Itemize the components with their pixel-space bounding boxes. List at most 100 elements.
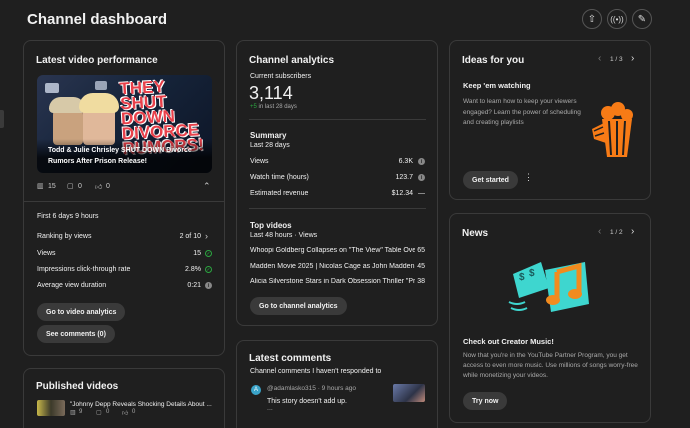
channel-analytics-card: Channel analytics Current subscribers 3,… (236, 40, 438, 326)
comments-icon: ▢ (67, 183, 74, 190)
card-title: Published videos (36, 381, 119, 392)
upload-button[interactable]: ⇧ (582, 9, 602, 29)
divider (249, 119, 426, 120)
popcorn-icon (592, 102, 633, 157)
comment-time: 9 hours ago (321, 385, 357, 392)
stage-light (45, 83, 59, 93)
avd-value: 0:21 (187, 282, 201, 289)
top-video-title[interactable]: Whoopi Goldberg Collapses on "The View" … (250, 247, 415, 254)
ideas-pager: 1 / 3 (610, 56, 623, 63)
collapse-chevron-icon[interactable]: ⌃ (203, 181, 211, 192)
latest-video-performance-card: Latest video performance THEY SHUT DOWN … (23, 40, 225, 356)
card-title: Latest video performance (36, 55, 158, 66)
ctr-label: Impressions click-through rate (37, 266, 131, 273)
chevron-left-icon[interactable]: ‹ (598, 226, 601, 237)
go-to-channel-analytics-button[interactable]: Go to channel analytics (250, 297, 347, 315)
stage-light (95, 81, 107, 90)
subscribers-delta-period: in last 28 days (258, 104, 297, 110)
page-title: Channel dashboard (27, 11, 168, 28)
chevron-left-icon[interactable]: ‹ (598, 53, 601, 64)
divider (24, 201, 224, 202)
chevron-right-icon[interactable]: › (631, 226, 634, 237)
news-title: Check out Creator Music! (463, 337, 554, 346)
card-title: Ideas for you (462, 55, 525, 66)
comment-meta: @adamlasko315 · 9 hours ago (267, 385, 357, 392)
live-icon: ((•)) (610, 14, 624, 24)
revenue-value: $12.34 (391, 190, 413, 197)
check-icon: ✓ (205, 266, 212, 273)
published-video-title[interactable]: "Johnny Depp Reveals Shocking Details Ab… (70, 401, 220, 408)
comments-subtitle: Channel comments I haven't responded to (250, 368, 382, 375)
more-options-icon[interactable]: ⋮ (524, 172, 533, 183)
revenue-label: Estimated revenue (250, 190, 309, 197)
svg-text:$: $ (519, 272, 525, 283)
info-icon[interactable]: i (418, 174, 425, 181)
news-card: News ‹ 1 / 2 › $ $ Check out Creator Mus… (449, 213, 651, 423)
top-video-views: 45 (417, 263, 425, 270)
go-to-video-analytics-button[interactable]: Go to video analytics (37, 303, 126, 321)
idea-title: Keep 'em watching (463, 81, 531, 90)
views-count: 9 (79, 409, 83, 415)
likes-icon: 👍︎ (122, 411, 129, 417)
comment-more[interactable]: ... (267, 405, 273, 412)
subscribers-delta: +5 (250, 104, 257, 110)
ideas-card: Ideas for you ‹ 1 / 3 › Keep 'em watchin… (449, 40, 651, 200)
creator-music-illustration: $ $ (508, 262, 589, 312)
top-video-views: 65 (417, 247, 425, 254)
video-title[interactable]: Todd & Julie Chrisley SHUT DOWN Divorce … (48, 145, 198, 167)
likes-count: 0 (132, 409, 136, 415)
top-video-views: 38 (417, 278, 425, 285)
idea-text: Want to learn how to keep your viewers e… (463, 98, 581, 126)
sidebar-handle[interactable] (0, 110, 4, 128)
summary-period: Last 28 days (250, 142, 290, 149)
views-value: 15 (193, 250, 201, 257)
chevron-right-icon[interactable]: › (205, 231, 208, 241)
ranking-label: Ranking by views (37, 233, 92, 240)
comments-count: 0 (78, 183, 82, 190)
likes-count: 0 (106, 183, 110, 190)
watch-time-label: Watch time (hours) (250, 174, 309, 181)
avd-label: Average view duration (37, 282, 107, 289)
news-text: Now that you're in the YouTube Partner P… (463, 352, 638, 379)
see-comments-button[interactable]: See comments (0) (37, 325, 115, 343)
info-icon[interactable]: i (205, 282, 212, 289)
top-videos-period: Last 48 hours · Views (250, 232, 318, 239)
ctr-value: 2.8% (185, 266, 201, 273)
edit-icon: ✎ (637, 13, 647, 25)
latest-comments-card: Latest comments Channel comments I haven… (236, 340, 438, 428)
comment-author[interactable]: @adamlasko315 (267, 385, 316, 392)
published-thumbnail[interactable] (37, 400, 65, 416)
video-thumbnail[interactable]: THEY SHUT DOWN DIVORCE RUMORS! Todd & Ju… (37, 75, 212, 173)
svg-text:$: $ (529, 268, 535, 279)
info-icon[interactable]: i (418, 158, 425, 165)
create-post-button[interactable]: ✎ (632, 9, 652, 29)
subscribers-delta-row: +5 in last 28 days (250, 104, 297, 110)
views-value: 6.3K (398, 158, 413, 165)
comment-video-thumbnail[interactable] (393, 384, 425, 402)
card-title: Latest comments (249, 353, 332, 364)
try-now-button[interactable]: Try now (463, 392, 508, 410)
chevron-right-icon[interactable]: › (631, 53, 634, 64)
views-count: 15 (48, 183, 56, 190)
ranking-value: 2 of 10 (179, 233, 201, 240)
comments-icon: ▢ (96, 410, 102, 416)
likes-icon: 👍︎ (95, 184, 103, 191)
avatar[interactable]: A (251, 385, 261, 395)
watch-time-value: 123.7 (395, 174, 413, 181)
top-video-title[interactable]: Madden Movie 2025 | Nicolas Cage as John… (250, 263, 415, 270)
top-video-title[interactable]: Alicia Silverstone Stars in Dark Obsessi… (250, 278, 415, 285)
comments-count: 0 (106, 409, 110, 415)
period-label: First 6 days 9 hours (37, 213, 99, 220)
upload-icon: ⇧ (587, 13, 597, 25)
video-stats: ▥ 15 ▢ 0 👍︎ 0 ⌃ (37, 181, 212, 192)
card-title: News (462, 228, 489, 239)
top-videos-title: Top videos (250, 221, 292, 230)
news-pager: 1 / 2 (610, 229, 623, 236)
divider (249, 208, 426, 209)
views-icon: ▥ (70, 410, 76, 416)
subscribers-label: Current subscribers (250, 73, 312, 80)
published-videos-card: Published videos "Johnny Depp Reveals Sh… (23, 368, 225, 428)
get-started-button[interactable]: Get started (463, 171, 518, 189)
go-live-button[interactable]: ((•)) (607, 9, 627, 29)
summary-title: Summary (250, 131, 287, 140)
